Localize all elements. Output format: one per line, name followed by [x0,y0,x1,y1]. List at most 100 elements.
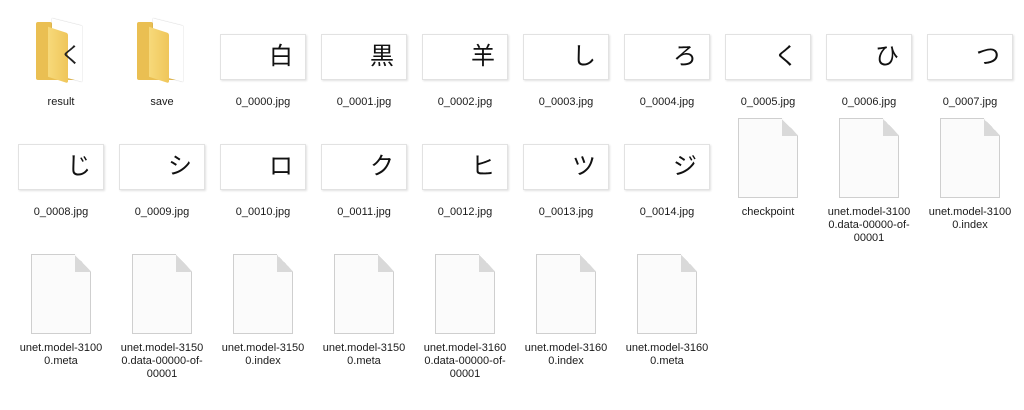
image-thumbnail: じ [18,144,104,190]
file-item[interactable]: unet.model-3160 0.meta [619,254,715,384]
image-file-item[interactable]: シ 0_0009.jpg [114,118,210,248]
file-page-shape [435,254,495,334]
file-page-shape [233,254,293,334]
file-name-label: save [150,96,174,108]
file-item[interactable]: unet.model-3160 0.data-00000-of- 00001 [417,254,513,384]
image-thumbnail-icon: シ [114,118,210,198]
image-thumbnail-icon: 黒 [316,8,412,88]
file-page-shape [839,118,899,198]
file-item[interactable]: unet.model-3160 0.index [518,254,614,384]
image-thumbnail: 黒 [321,34,407,80]
folder-shape: く [30,16,92,84]
file-name-label: unet.model-3160 0.meta [625,342,709,367]
file-name-label: 0_0002.jpg [437,96,493,108]
file-name-label: 0_0011.jpg [337,206,391,218]
image-thumbnail: ひ [826,34,912,80]
folder-icon [114,8,210,88]
file-icon [619,254,715,334]
image-file-item[interactable]: ロ 0_0010.jpg [215,118,311,248]
image-file-item[interactable]: ヒ 0_0012.jpg [417,118,513,248]
file-icon [922,118,1018,198]
file-item[interactable]: unet.model-3150 0.index [215,254,311,384]
file-name-label: unet.model-3160 0.index [524,342,608,367]
file-name-label: unet.model-3100 0.index [928,206,1012,231]
file-item[interactable]: checkpoint [720,118,816,248]
file-icon [417,254,513,334]
file-name-label: 0_0007.jpg [942,96,998,108]
file-name-label: 0_0014.jpg [639,206,695,218]
file-page-shape [940,118,1000,198]
file-icon [518,254,614,334]
file-icon [215,254,311,334]
folder-preview-glyph: く [60,44,83,69]
image-thumbnail-icon: く [720,8,816,88]
image-file-item[interactable]: ジ 0_0014.jpg [619,118,715,248]
file-item[interactable]: unet.model-3100 0.meta [13,254,109,384]
file-item[interactable]: unet.model-3100 0.index [922,118,1018,248]
image-thumbnail: ろ [624,34,710,80]
file-name-label: unet.model-3100 0.meta [19,342,103,367]
file-name-label: 0_0008.jpg [33,206,89,218]
image-thumbnail-icon: 白 [215,8,311,88]
image-file-item[interactable]: ツ 0_0013.jpg [518,118,614,248]
file-name-label: unet.model-3100 0.data-00000-of- 00001 [827,206,911,244]
file-name-label: 0_0006.jpg [841,96,897,108]
image-file-item[interactable]: ク 0_0011.jpg [316,118,412,248]
file-icon [114,254,210,334]
thumbnail-character: 黒 [370,42,394,70]
folder-icon: く [13,8,109,88]
file-item[interactable]: unet.model-3150 0.meta [316,254,412,384]
file-name-label: 0_0009.jpg [134,206,190,218]
image-thumbnail: 羊 [422,34,508,80]
folder-shape [131,16,193,84]
file-name-label: unet.model-3150 0.meta [322,342,406,367]
image-thumbnail-icon: じ [13,118,109,198]
image-thumbnail-icon: ク [316,118,412,198]
thumbnail-character: く [774,42,798,70]
image-thumbnail: ロ [220,144,306,190]
thumbnail-character: じ [67,152,91,180]
file-page-shape [334,254,394,334]
image-thumbnail: つ [927,34,1013,80]
file-name-label: 0_0000.jpg [235,96,291,108]
image-thumbnail-icon: ひ [821,8,917,88]
image-thumbnail-icon: ジ [619,118,715,198]
image-file-item[interactable]: じ 0_0008.jpg [13,118,109,248]
image-thumbnail: ヒ [422,144,508,190]
file-name-label: 0_0005.jpg [740,96,796,108]
thumbnail-character: つ [976,42,1000,70]
file-item[interactable]: unet.model-3150 0.data-00000-of- 00001 [114,254,210,384]
image-thumbnail: し [523,34,609,80]
file-item[interactable]: unet.model-3100 0.data-00000-of- 00001 [821,118,917,248]
file-page-shape [536,254,596,334]
file-name-label: 0_0013.jpg [538,206,594,218]
image-thumbnail: ツ [523,144,609,190]
file-name-label: unet.model-3150 0.data-00000-of- 00001 [120,342,204,380]
thumbnail-character: ろ [673,42,697,70]
thumbnail-character: ヒ [471,152,495,180]
file-name-label: 0_0012.jpg [437,206,493,218]
file-name-label: 0_0001.jpg [336,96,392,108]
file-name-label: unet.model-3160 0.data-00000-of- 00001 [423,342,507,380]
image-thumbnail-icon: ヒ [417,118,513,198]
file-name-label: 0_0004.jpg [639,96,695,108]
thumbnail-character: ひ [875,42,899,70]
thumbnail-character: 羊 [471,42,495,70]
file-name-label: checkpoint [741,206,795,218]
file-page-shape [132,254,192,334]
image-thumbnail-icon: 羊 [417,8,513,88]
thumbnail-character: ロ [269,152,293,180]
thumbnail-character: ツ [572,152,596,180]
image-thumbnail: ジ [624,144,710,190]
file-name-label: 0_0003.jpg [538,96,594,108]
thumbnail-character: ジ [673,152,697,180]
file-icon [720,118,816,198]
file-grid: く result save 白 0_0000.jpg 黒 0_0001.jpg 羊 0_0002… [0,0,1024,410]
file-page-shape [637,254,697,334]
file-name-label: result [47,96,75,108]
image-thumbnail-icon: ロ [215,118,311,198]
image-thumbnail-icon: し [518,8,614,88]
file-icon [13,254,109,334]
image-thumbnail-icon: ろ [619,8,715,88]
file-name-label: unet.model-3150 0.index [221,342,305,367]
